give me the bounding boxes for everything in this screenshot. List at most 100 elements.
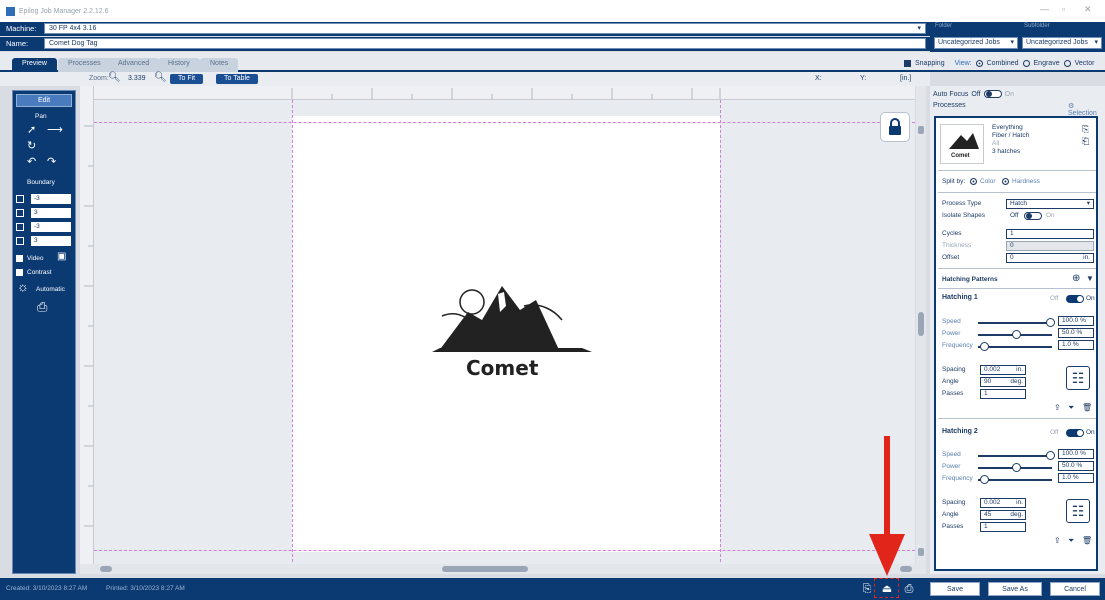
tab-notes[interactable]: Notes [200,58,239,72]
slider-knob[interactable] [1046,451,1055,460]
slider-knob[interactable] [1012,463,1021,472]
hatching-2-frequency-input[interactable]: 1.0 % [1058,473,1094,483]
zoom-in-icon[interactable]: 🔍︎ [154,72,167,83]
scroll-up-handle[interactable] [918,126,924,134]
slider-knob[interactable] [980,475,989,484]
job-page[interactable]: Comet [292,116,720,552]
hatching-1-power-slider[interactable] [978,330,1052,339]
split-hardness-radio[interactable] [1002,178,1009,185]
video-checkbox[interactable] [16,255,23,262]
save-to-library-icon[interactable]: ⎘ [860,582,874,596]
save-button[interactable]: Save [930,582,980,596]
to-fit-button[interactable]: To Fit [170,74,204,84]
subfolder-select[interactable]: Uncategorized Jobs ▾ [1022,37,1102,49]
vector-radio[interactable] [1063,60,1071,67]
process-type-select[interactable]: Hatch ▾ [1006,199,1094,209]
undo-icon[interactable]: ↶ [27,157,36,168]
print-icon[interactable]: ⎙ [902,582,916,596]
hatch-settings-icon[interactable]: ☷ [1066,499,1090,523]
hatching-1-frequency-slider[interactable] [978,342,1052,351]
to-table-button[interactable]: To Table [216,74,258,84]
selection-link[interactable]: ⚙ Selection [1068,102,1105,117]
brightness-icon[interactable]: ☼ [17,280,29,293]
maximize-button[interactable]: ▫ [1062,4,1065,14]
hatching-2-speed-slider[interactable] [978,451,1055,460]
minimize-button[interactable]: — [1040,4,1049,14]
hatching-1-toggle[interactable] [1066,295,1084,303]
slider-knob[interactable] [1046,318,1055,327]
process-thumbnail[interactable]: Comet [940,124,984,164]
boundary-top-input[interactable]: -3 [31,222,71,232]
comet-artwork[interactable] [292,116,720,552]
hatching-2-speed-input[interactable]: 100.0 % [1058,449,1094,459]
hatching-1-frequency-input[interactable]: 1.0 % [1058,340,1094,350]
lock-button[interactable] [880,112,910,142]
zoom-out-icon[interactable]: 🔍︎ [108,72,121,83]
hatching-2-spacing-input[interactable]: 0.002 in. [980,498,1026,508]
hatching-2-passes-input[interactable]: 1 [980,522,1026,532]
isolate-shapes-toggle[interactable] [1024,212,1042,220]
horizontal-scrollbar[interactable] [80,564,926,574]
canvas-area[interactable]: Comet [80,86,915,564]
contrast-checkbox[interactable] [16,269,23,276]
snapping-checkbox[interactable] [904,60,911,67]
hatching-2-angle-input[interactable]: 45 deg. [980,510,1026,520]
share-icon[interactable]: ⇪ [1054,536,1061,545]
edit-button[interactable]: Edit [16,94,72,107]
hatching-1-speed-slider[interactable] [978,318,1055,327]
hatching-2-toggle[interactable] [1066,429,1084,437]
filter-icon[interactable]: ⏷ [1068,536,1074,546]
tab-preview[interactable]: Preview [12,58,57,72]
save-as-button[interactable]: Save As [988,582,1042,596]
filter-icon[interactable]: ⏷ [1068,403,1074,413]
hatching-1-passes-input[interactable]: 1 [980,389,1026,399]
pointer-icon[interactable]: ➚ [27,125,36,136]
add-pattern-icon[interactable]: ⊕ [1072,273,1080,284]
horizontal-scroll-thumb[interactable] [442,566,528,572]
collapse-patterns-icon[interactable]: ▼ [1086,274,1094,283]
engrave-radio[interactable] [1022,60,1030,67]
hatching-2-power-input[interactable]: 50.0 % [1058,461,1094,471]
tab-advanced[interactable]: Advanced [108,58,160,72]
redo-icon[interactable]: ↷ [47,157,56,168]
scroll-down-handle[interactable] [918,548,924,556]
reset-icon[interactable]: ↻ [27,141,36,152]
boundary-right-input[interactable]: 3 [31,208,71,218]
thickness-input[interactable]: 0 [1006,241,1094,251]
camera-capture-icon[interactable]: ⎙ [37,300,47,313]
split-color-radio[interactable] [970,178,977,185]
hatching-2-power-slider[interactable] [978,463,1052,472]
auto-focus-toggle[interactable] [983,90,1002,98]
delete-icon[interactable]: 🗑︎ [1082,403,1092,412]
hatch-settings-icon[interactable]: ☷ [1066,366,1090,390]
close-button[interactable]: ✕ [1084,4,1092,15]
hatching-1-power-input[interactable]: 50.0 % [1058,328,1094,338]
vertical-scroll-thumb[interactable] [918,312,924,336]
camera-settings-icon[interactable]: ▣ [57,251,66,262]
boundary-left-input[interactable]: -3 [31,194,71,204]
machine-select[interactable]: 30 FP 4x4 3.16 ▾ [44,23,926,34]
slider-knob[interactable] [1012,330,1021,339]
cancel-button[interactable]: Cancel [1050,582,1100,596]
slider-knob[interactable] [980,342,989,351]
folder-select[interactable]: Uncategorized Jobs ▾ [934,37,1018,49]
vertical-scrollbar[interactable] [916,86,926,564]
tab-processes[interactable]: Processes [58,58,111,72]
hatching-1-spacing-input[interactable]: 0.002 in. [980,365,1026,375]
offset-input[interactable]: 0 in. [1006,253,1094,263]
tab-history[interactable]: History [158,58,200,72]
cycles-input[interactable]: 1 [1006,229,1094,239]
boundary-bottom-input[interactable]: 3 [31,236,71,246]
job-name-input[interactable]: Comet Dog Tag [44,38,926,49]
delete-icon[interactable]: 🗑︎ [1082,536,1092,545]
hatching-1-angle-input[interactable]: 90 deg. [980,377,1026,387]
engrave-label: Engrave [1033,60,1060,67]
scroll-left-handle[interactable] [100,566,112,572]
hatching-1-speed-input[interactable]: 100.0 % [1058,316,1094,326]
share-icon[interactable]: ⇪ [1054,403,1061,412]
export-process-icon[interactable]: ⎘ [1082,124,1089,135]
import-process-icon[interactable]: ⎗ [1082,136,1089,147]
hatching-2-frequency-slider[interactable] [978,475,1052,484]
pan-arrow-icon[interactable]: ⟶ [47,125,63,136]
combined-radio[interactable] [975,60,983,67]
